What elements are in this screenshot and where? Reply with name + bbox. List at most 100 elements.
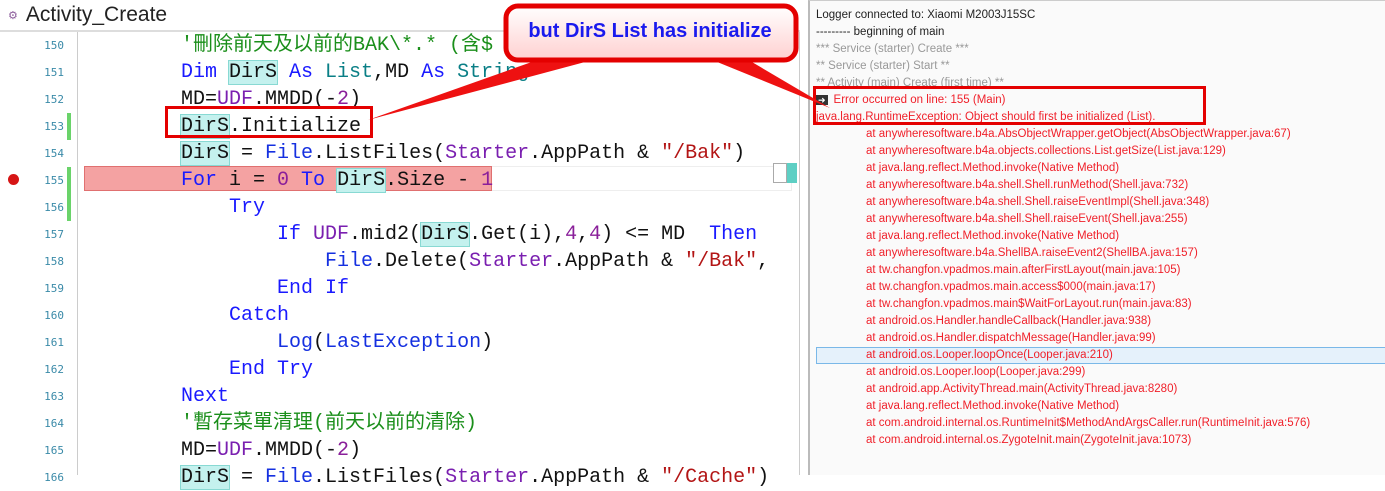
code-line[interactable]: If UDF.mid2(DirS.Get(i),4,4) <= MD Then xyxy=(181,221,757,248)
log-text: at android.app.ActivityThread.main(Activ… xyxy=(866,383,1178,395)
code-line[interactable]: End If xyxy=(181,275,349,302)
code-line[interactable]: Next xyxy=(181,383,229,410)
code-line[interactable]: For i = 0 To DirS.Size - 1 xyxy=(181,167,493,194)
log-text: *** Service (starter) Create *** xyxy=(816,43,969,55)
code-line[interactable]: End Try xyxy=(181,356,313,383)
code-line[interactable]: Dim DirS As List,MD As String xyxy=(181,59,529,86)
code-token: "/Cache" xyxy=(661,466,758,489)
code-token: '刪除前天及以前的BAK\*.* (含$ xyxy=(181,34,494,57)
line-number: 161 xyxy=(44,336,64,349)
log-line[interactable]: at anywheresoftware.b4a.AbsObjectWrapper… xyxy=(866,126,1291,143)
code-token: .AppPath & xyxy=(529,466,662,489)
log-line[interactable]: at tw.changfon.vpadmos.main.access$000(m… xyxy=(866,279,1156,296)
line-number: 156 xyxy=(44,201,64,214)
line-number: 164 xyxy=(44,417,64,430)
log-line[interactable]: at android.app.ActivityThread.main(Activ… xyxy=(866,381,1177,398)
line-number: 153 xyxy=(44,120,64,133)
code-token: .Size - xyxy=(385,169,482,192)
log-text: at java.lang.reflect.Method.invoke(Nativ… xyxy=(866,230,1120,242)
log-text: at anywheresoftware.b4a.shell.Shell.rais… xyxy=(866,196,1210,208)
log-line[interactable]: at android.os.Looper.loop(Looper.java:29… xyxy=(866,364,1085,381)
code-token: 4 xyxy=(565,223,578,246)
code-token: Log xyxy=(277,331,314,354)
line-number: 160 xyxy=(44,309,64,322)
line-number: 165 xyxy=(44,444,64,457)
log-text: at android.os.Handler.handleCallback(Han… xyxy=(866,315,1152,327)
code-token: DirS xyxy=(420,222,471,247)
log-text: at anywheresoftware.b4a.AbsObjectWrapper… xyxy=(866,128,1291,140)
log-text: at anywheresoftware.b4a.objects.collecti… xyxy=(866,145,1226,157)
log-line[interactable]: Logger connected to: Xiaomi M2003J15SC xyxy=(816,7,1035,24)
code-line[interactable]: DirS = File.ListFiles(Starter.AppPath & … xyxy=(179,140,746,167)
code-token: Dim xyxy=(181,61,230,84)
code-token: , xyxy=(757,250,770,273)
code-token: For xyxy=(181,169,230,192)
current-line-highlight xyxy=(492,166,792,191)
code-token: LastException xyxy=(325,331,482,354)
code-token: .AppPath & xyxy=(553,250,686,273)
code-editor[interactable]: ⚙ Activity_Create 150 151 152 153 154 155 156 1… xyxy=(0,0,800,490)
scrollbar-marker xyxy=(787,163,797,183)
code-token: ,MD xyxy=(373,61,422,84)
line-number-gutter[interactable]: 150 151 152 153 154 155 156 157 158 159 160 161 162 1… xyxy=(0,32,78,484)
log-line[interactable]: at java.lang.reflect.Method.invoke(Nativ… xyxy=(866,160,1119,177)
log-text: at android.os.Looper.loopOnce(Looper.jav… xyxy=(866,349,1113,361)
log-text: at tw.changfon.vpadmos.main.access$000(m… xyxy=(866,281,1156,293)
code-line[interactable]: File.Delete(Starter.AppPath & "/Bak", xyxy=(181,248,769,275)
breakpoint-icon[interactable] xyxy=(8,174,19,185)
log-line[interactable]: *** Service (starter) Create *** xyxy=(816,41,969,58)
log-line[interactable]: at android.os.Looper.loopOnce(Looper.jav… xyxy=(866,347,1113,364)
code-token: .Get(i), xyxy=(469,223,566,246)
log-line[interactable]: at com.android.internal.os.ZygoteInit.ma… xyxy=(866,432,1191,449)
code-token: i = xyxy=(229,169,278,192)
code-token: UDF xyxy=(217,439,254,462)
code-token: String xyxy=(457,61,530,84)
code-line[interactable]: Try xyxy=(181,194,265,221)
log-line[interactable]: at anywheresoftware.b4a.shell.Shell.rais… xyxy=(866,194,1209,211)
code-token: ) <= MD xyxy=(601,223,710,246)
callout-text: but DirS List has initialize xyxy=(528,20,772,42)
log-line[interactable]: at java.lang.reflect.Method.invoke(Nativ… xyxy=(866,228,1119,245)
log-line[interactable]: at anywheresoftware.b4a.shell.Shell.runM… xyxy=(866,177,1188,194)
scrollbar-thumb[interactable] xyxy=(773,163,787,183)
code-token: File xyxy=(265,142,314,165)
log-text: at android.os.Handler.dispatchMessage(Ha… xyxy=(866,332,1156,344)
log-line[interactable]: at com.android.internal.os.RuntimeInit$M… xyxy=(866,415,1310,432)
code-line[interactable]: DirS = File.ListFiles(Starter.AppPath & … xyxy=(179,464,769,491)
code-line[interactable]: Log(LastException) xyxy=(181,329,493,356)
code-line[interactable]: Catch xyxy=(181,302,289,329)
code-line[interactable]: MD=UDF.MMDD(-2) xyxy=(181,437,361,464)
log-line[interactable]: at anywheresoftware.b4a.ShellBA.raiseEve… xyxy=(866,245,1198,262)
log-line[interactable]: at java.lang.reflect.Method.invoke(Nativ… xyxy=(866,398,1119,415)
line-number: 157 xyxy=(44,228,64,241)
log-line[interactable]: at anywheresoftware.b4a.shell.Shell.rais… xyxy=(866,211,1188,228)
logger-panel[interactable]: Logger connected to: Xiaomi M2003J15SC --… xyxy=(808,0,1385,475)
code-token: End If xyxy=(277,277,350,300)
code-token: 1 xyxy=(481,169,494,192)
code-token: As xyxy=(421,61,458,84)
log-line[interactable]: ** Service (starter) Start ** xyxy=(816,58,950,75)
code-token: ) xyxy=(733,142,746,165)
log-line[interactable]: at tw.changfon.vpadmos.main.afterFirstLa… xyxy=(866,262,1181,279)
code-token: Next xyxy=(181,385,230,408)
log-line[interactable]: at tw.changfon.vpadmos.main$WaitForLayou… xyxy=(866,296,1192,313)
code-token: DirS xyxy=(228,60,279,85)
code-token: "/Bak" xyxy=(661,142,734,165)
code-line[interactable]: '暫存菜單清理(前天以前的清除) xyxy=(181,410,477,437)
code-token: ) xyxy=(349,439,362,462)
code-token: DirS xyxy=(336,168,387,193)
log-line[interactable]: at anywheresoftware.b4a.objects.collecti… xyxy=(866,143,1226,160)
log-line[interactable]: --------- beginning of main xyxy=(816,24,944,41)
code-token: .MMDD(- xyxy=(253,439,338,462)
log-line[interactable]: at android.os.Handler.dispatchMessage(Ha… xyxy=(866,330,1156,347)
annotation-box-error xyxy=(813,86,1206,125)
change-marker xyxy=(67,113,71,140)
log-text: at java.lang.reflect.Method.invoke(Nativ… xyxy=(866,162,1120,174)
code-token: End Try xyxy=(229,358,314,381)
code-line[interactable]: '刪除前天及以前的BAK\*.* (含$ xyxy=(181,32,493,59)
log-line[interactable]: at android.os.Handler.handleCallback(Han… xyxy=(866,313,1151,330)
code-token: .ListFiles( xyxy=(313,466,446,489)
